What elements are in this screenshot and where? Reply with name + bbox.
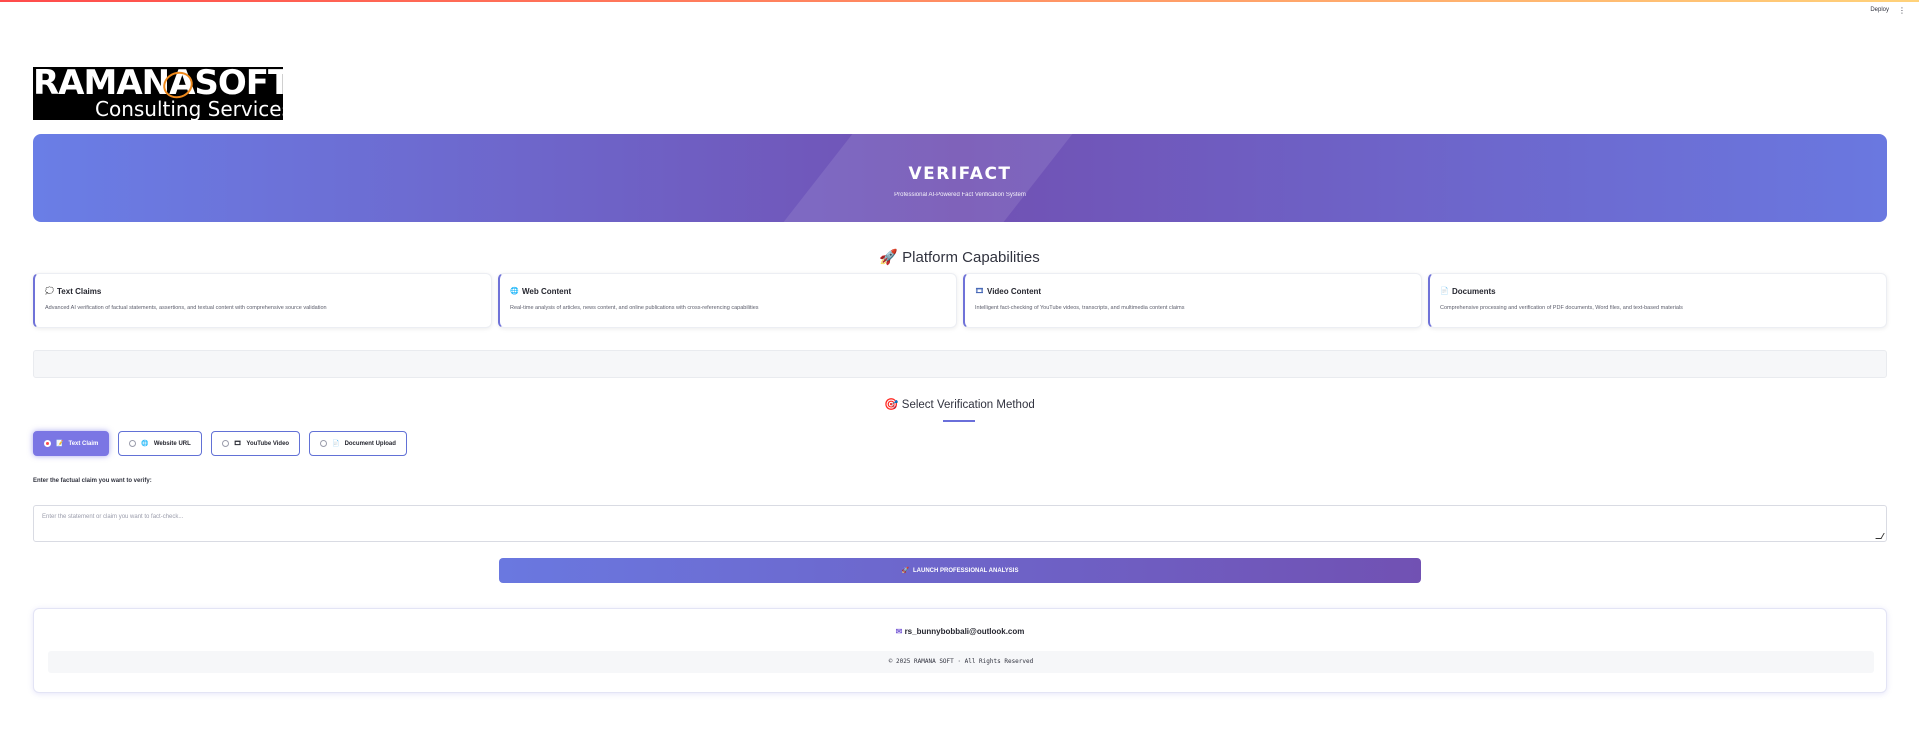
card-description: Intelligent fact-checking of YouTube vid… [975, 305, 1185, 311]
card-title: Text Claims [57, 287, 102, 296]
card-description: Real-time analysis of articles, news con… [510, 305, 759, 311]
globe-icon: 🌐 [510, 287, 519, 295]
method-option-label: Website URL [153, 440, 191, 447]
method-option-text-claim[interactable]: 📝 Text Claim [33, 431, 110, 456]
footer-card: ✉ rs_bunnybobbali@outlook.com © 2025 RAM… [33, 608, 1887, 693]
method-option-website-url[interactable]: 🌐 Website URL [118, 431, 202, 456]
card-description: Advanced AI verification of factual stat… [45, 305, 327, 311]
capabilities-cards: 💭 Text Claims Advanced AI verification of… [33, 273, 1887, 328]
method-option-label: Document Upload [344, 440, 396, 447]
method-option-label: YouTube Video [246, 440, 290, 447]
radio-unselected-icon[interactable] [129, 440, 137, 447]
radio-selected-icon[interactable] [44, 440, 51, 447]
contact-email-row: ✉ rs_bunnybobbali@outlook.com [34, 627, 1886, 636]
deploy-button[interactable]: Deploy [1870, 7, 1889, 13]
rocket-icon: 🚀 [879, 249, 898, 266]
capability-card-web-content: 🌐 Web Content Real-time analysis of artic… [498, 273, 957, 328]
capabilities-title: Platform Capabilities [902, 249, 1040, 266]
app-subtitle: Professional AI-Powered Fact Verificatio… [894, 192, 1026, 198]
target-icon: 🎯 [884, 399, 899, 411]
top-decoration-bar [0, 0, 1919, 2]
claim-textarea-placeholder: Enter the statement or claim you want to… [42, 514, 184, 520]
capability-card-text-claims: 💭 Text Claims Advanced AI verification of… [33, 273, 492, 328]
card-title: Web Content [522, 287, 572, 296]
method-heading-underline [943, 420, 975, 422]
document-icon: 📄 [1440, 287, 1449, 295]
radio-unselected-icon[interactable] [320, 440, 328, 447]
kebab-menu-icon[interactable]: ⋮ [1898, 6, 1906, 15]
method-heading: 🎯 Select Verification Method [0, 397, 1919, 411]
empty-status-panel [33, 350, 1887, 378]
method-option-document-upload[interactable]: 📄 Document Upload [309, 431, 407, 456]
capability-card-documents: 📄 Documents Comprehensive processing and … [1428, 273, 1887, 328]
film-icon: 🎞 [975, 287, 984, 295]
memo-icon: 📝 [56, 441, 64, 447]
resize-handle-icon[interactable] [1875, 533, 1885, 539]
copyright-bar: © 2025 RAMANA SOFT · All Rights Reserved [48, 651, 1874, 673]
film-icon: 🎞 [233, 441, 242, 447]
capability-card-video-content: 🎞 Video Content Intelligent fact-checking… [963, 273, 1422, 328]
launch-analysis-button[interactable]: 🚀 LAUNCH PROFESSIONAL ANALYSIS [499, 558, 1421, 583]
contact-email: rs_bunnybobbali@outlook.com [904, 627, 1025, 636]
logo-tagline: Consulting Services [95, 97, 283, 120]
speech-bubble-icon: 💭 [45, 287, 54, 295]
claim-input-label: Enter the factual claim you want to veri… [33, 478, 152, 484]
capabilities-heading: 🚀 Platform Capabilities [0, 248, 1919, 266]
company-logo: RAMANASOFT Consulting Services [33, 67, 283, 120]
launch-button-label: LAUNCH PROFESSIONAL ANALYSIS [913, 567, 1019, 574]
email-icon: ✉ [895, 627, 903, 636]
card-title: Video Content [987, 287, 1042, 296]
hero-banner: VERIFACT Professional AI-Powered Fact Ve… [33, 134, 1887, 222]
method-option-label: Text Claim [68, 440, 99, 447]
globe-icon: 🌐 [141, 441, 149, 447]
verification-method-radio-group: 📝 Text Claim 🌐 Website URL 🎞 YouTube Vid… [33, 431, 407, 456]
radio-unselected-icon[interactable] [221, 440, 229, 447]
method-title: Select Verification Method [901, 399, 1035, 411]
claim-textarea[interactable]: Enter the statement or claim you want to… [33, 505, 1887, 542]
method-option-youtube-video[interactable]: 🎞 YouTube Video [210, 431, 301, 456]
rocket-icon: 🚀 [901, 568, 909, 574]
document-icon: 📄 [332, 441, 340, 447]
card-title: Documents [1452, 287, 1496, 296]
card-description: Comprehensive processing and verificatio… [1440, 305, 1683, 311]
app-title: VERIFACT [908, 164, 1012, 184]
